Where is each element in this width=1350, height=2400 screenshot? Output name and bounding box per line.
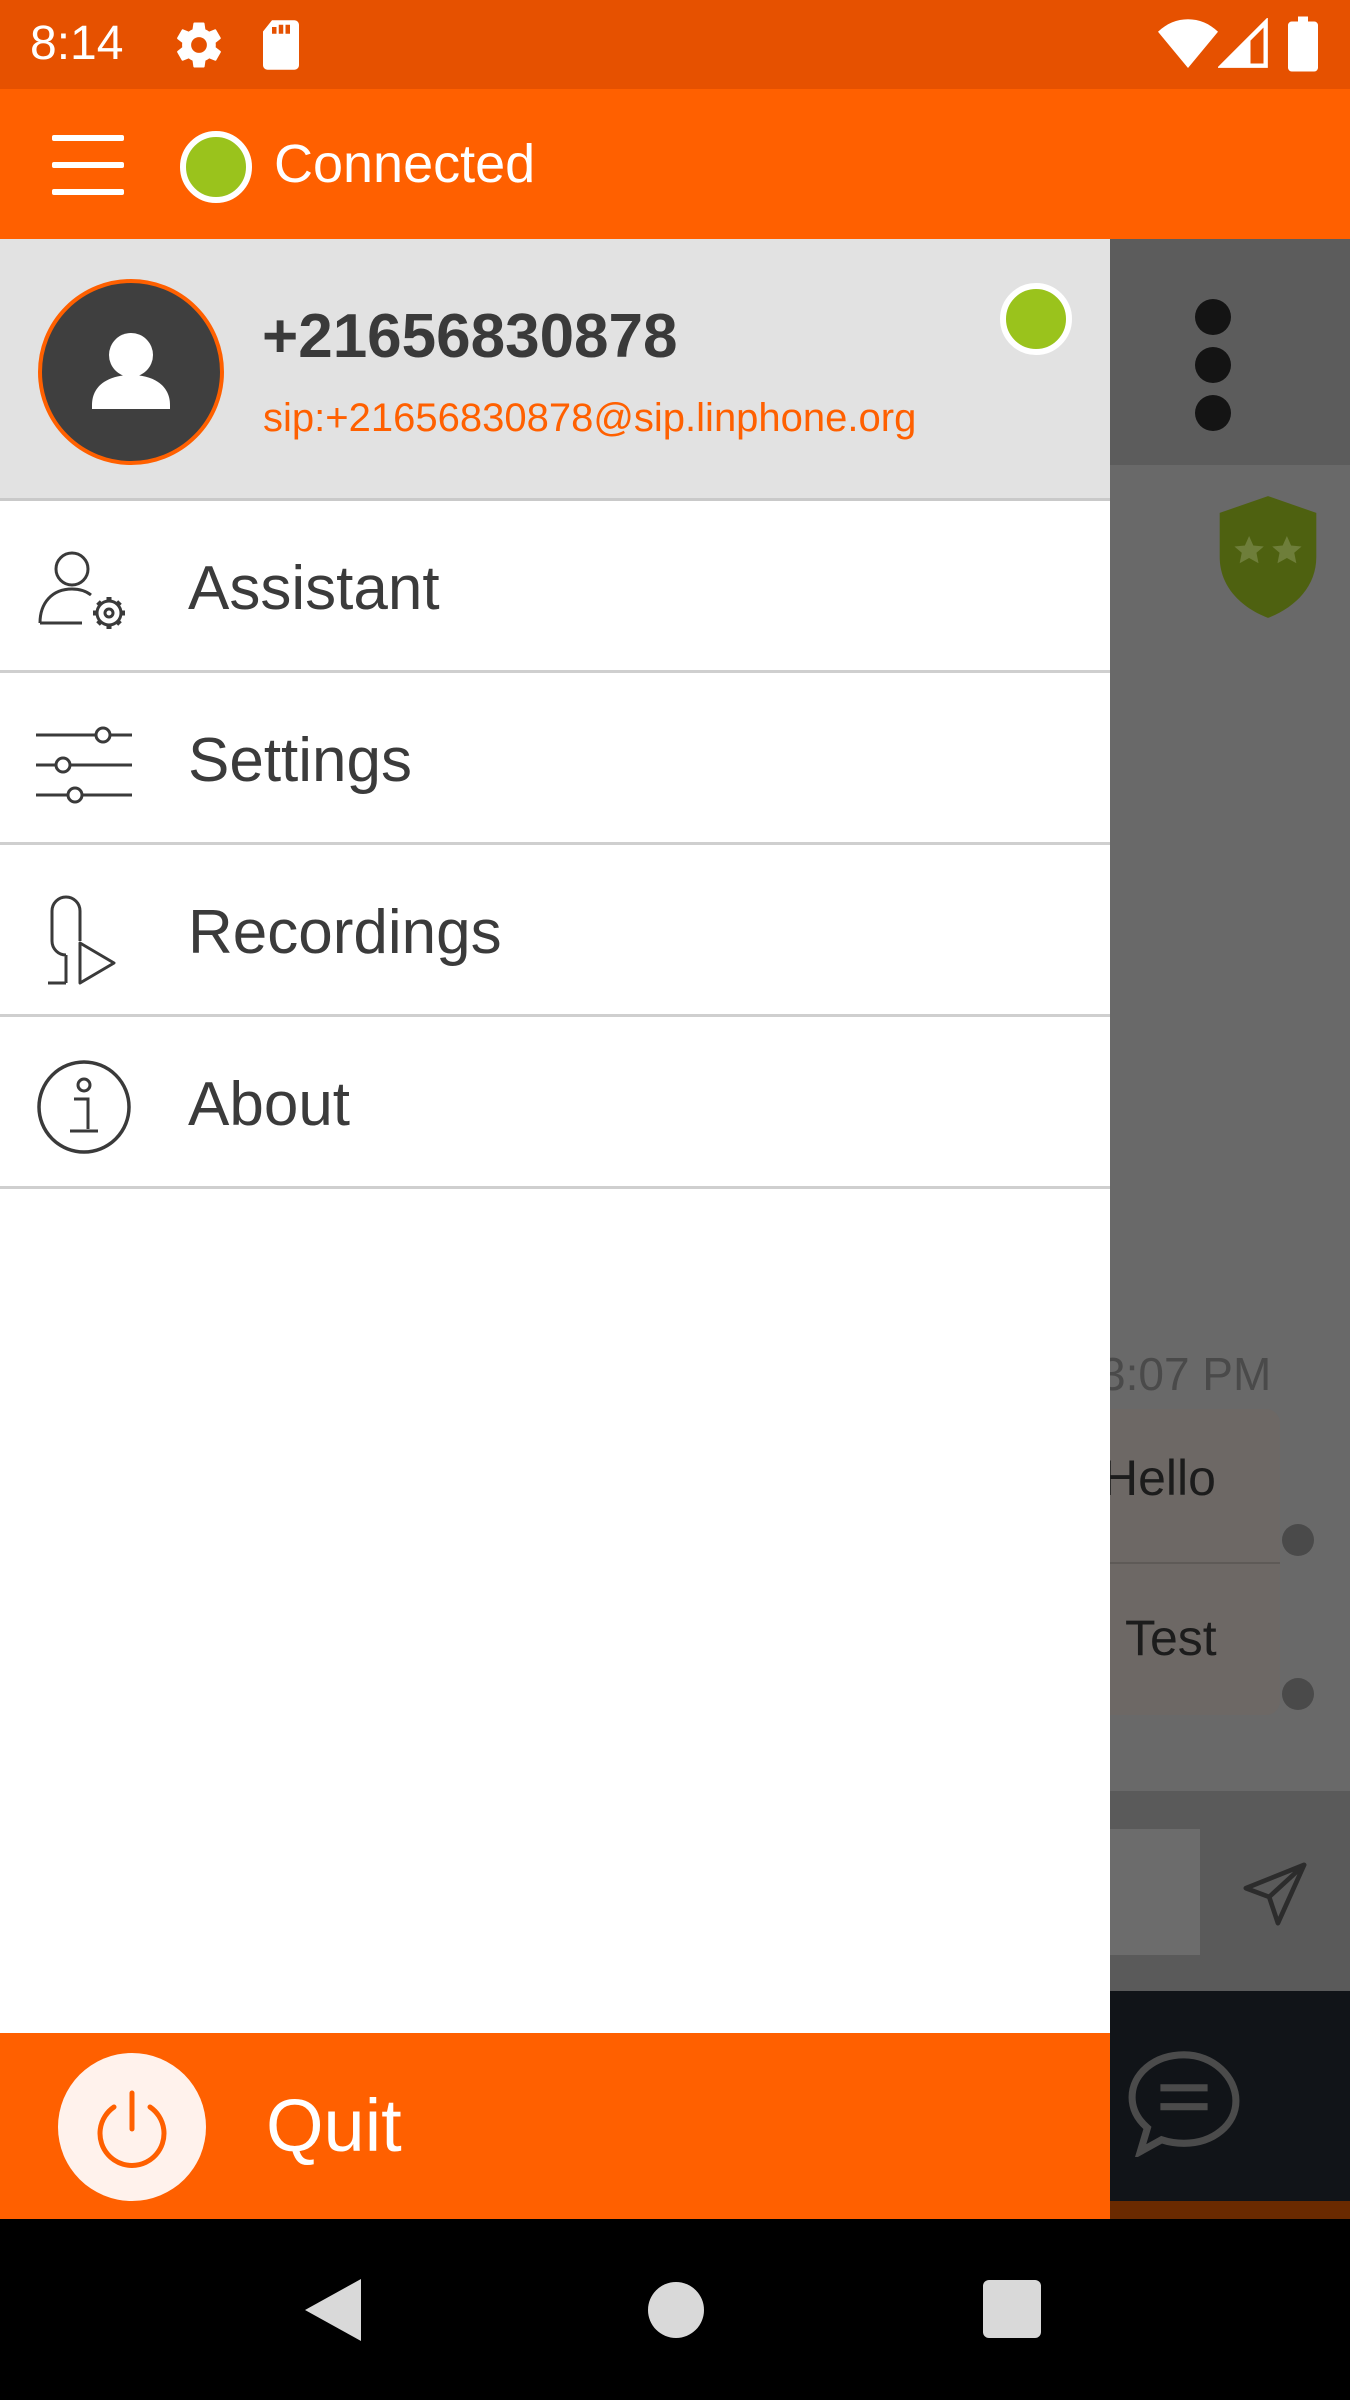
wifi-icon bbox=[1158, 19, 1218, 68]
system-nav-bar bbox=[0, 2219, 1350, 2400]
recordings-icon bbox=[48, 895, 116, 985]
menu-item-label: About bbox=[188, 1070, 351, 1139]
recents-icon[interactable] bbox=[983, 2280, 1041, 2338]
info-icon bbox=[37, 1060, 131, 1154]
message-input bbox=[1110, 1829, 1200, 1955]
status-time: 8:14 bbox=[30, 17, 124, 70]
menu-item-about[interactable]: About bbox=[0, 1017, 1110, 1189]
sd-card-icon bbox=[263, 20, 299, 70]
menu-item-settings[interactable]: Settings bbox=[0, 673, 1110, 845]
signal-icon bbox=[1218, 18, 1268, 68]
message-text: Test bbox=[1125, 1610, 1217, 1666]
account-number: +21656830878 bbox=[262, 302, 678, 371]
menu-item-label: Assistant bbox=[188, 554, 440, 623]
power-icon-container bbox=[58, 2053, 206, 2201]
menu-item-assistant[interactable]: Assistant bbox=[0, 501, 1110, 673]
send-icon bbox=[1243, 1862, 1307, 1926]
app-bar: Connected bbox=[0, 89, 1350, 239]
background-chat-screen: 3:07 PM Hello Test bbox=[1110, 239, 1350, 2219]
quit-label: Quit bbox=[266, 2084, 402, 2167]
home-icon[interactable] bbox=[648, 2282, 704, 2338]
delivered-check-icon bbox=[1282, 1524, 1314, 1556]
back-icon[interactable] bbox=[305, 2279, 361, 2341]
account-status-led bbox=[1000, 283, 1072, 355]
user-icon bbox=[92, 333, 170, 409]
delivered-check-icon bbox=[1282, 1678, 1314, 1710]
settings-sliders-icon bbox=[36, 726, 132, 804]
power-icon bbox=[97, 2090, 167, 2168]
connection-status-label: Connected bbox=[274, 134, 536, 194]
active-tab-indicator bbox=[1110, 2201, 1350, 2219]
account-sip-address: sip:+21656830878@sip.linphone.org bbox=[263, 396, 917, 440]
chat-icon bbox=[1128, 2051, 1240, 2157]
battery-icon bbox=[1288, 16, 1318, 72]
menu-icon[interactable] bbox=[52, 129, 124, 201]
connection-status-led bbox=[180, 131, 252, 203]
navigation-drawer: +21656830878 sip:+21656830878@sip.linpho… bbox=[0, 239, 1110, 2219]
assistant-icon bbox=[38, 551, 125, 629]
gear-icon bbox=[177, 22, 221, 68]
message-timestamp: 3:07 PM bbox=[1110, 1348, 1272, 1400]
more-options-icon bbox=[1195, 299, 1235, 443]
status-bar: 8:14 bbox=[0, 0, 1350, 89]
avatar bbox=[38, 279, 224, 465]
menu-item-label: Recordings bbox=[188, 898, 502, 967]
account-header[interactable]: +21656830878 sip:+21656830878@sip.linpho… bbox=[0, 239, 1110, 501]
menu-item-label: Settings bbox=[188, 726, 413, 795]
menu-item-recordings[interactable]: Recordings bbox=[0, 845, 1110, 1017]
message-text: Hello bbox=[1110, 1450, 1216, 1506]
quit-button[interactable]: Quit bbox=[0, 2033, 1110, 2219]
bubble-divider bbox=[1110, 1562, 1280, 1564]
security-shield-icon bbox=[1219, 496, 1317, 618]
